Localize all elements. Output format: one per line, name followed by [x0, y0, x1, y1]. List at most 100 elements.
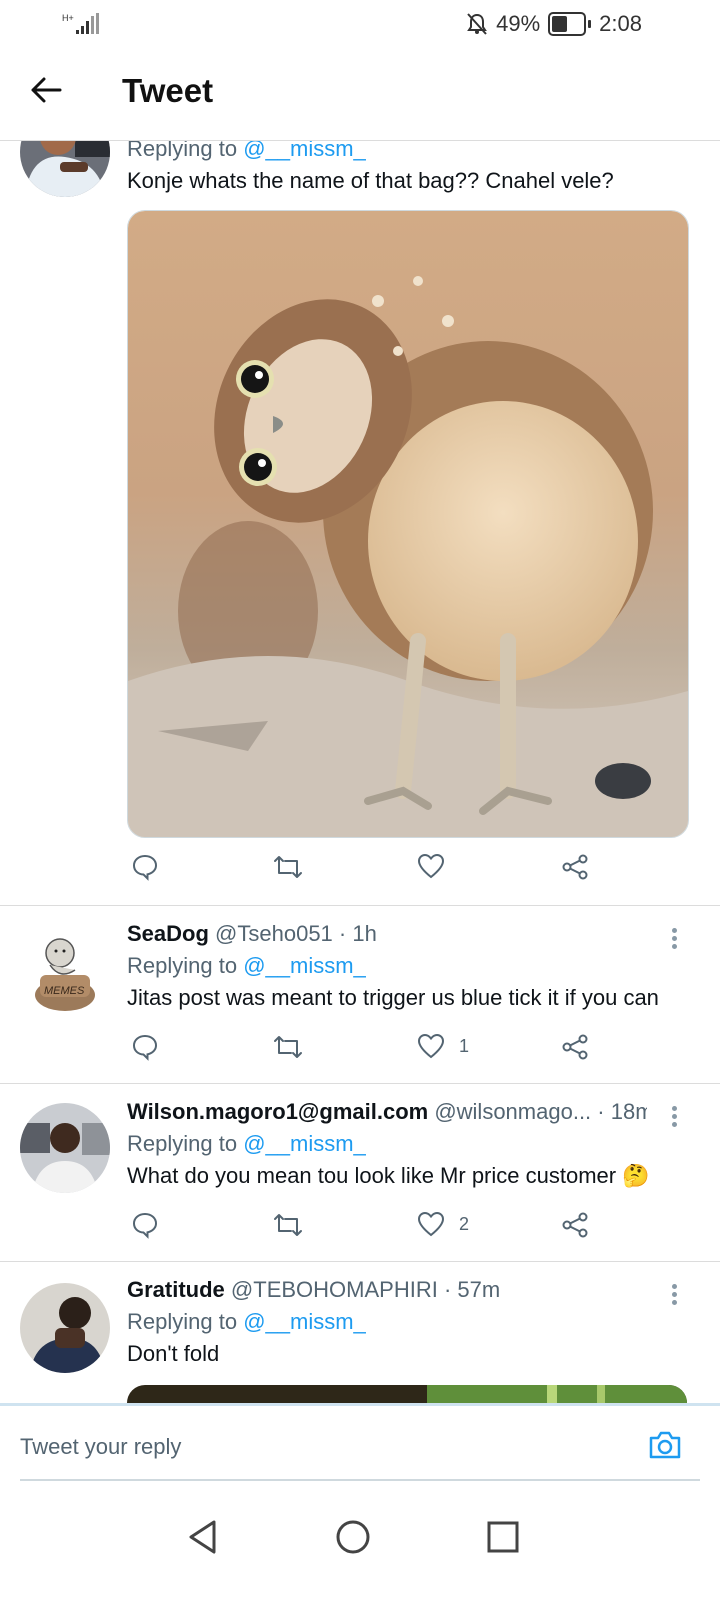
mention-link[interactable]: @__missm_ — [243, 953, 366, 978]
system-nav-bar — [0, 1490, 720, 1600]
page-title: Tweet — [122, 72, 214, 109]
replying-label: Replying to — [127, 1131, 238, 1156]
replying-label: Replying to — [127, 953, 238, 978]
share-icon — [562, 854, 588, 880]
camera-button[interactable] — [648, 1430, 682, 1465]
reply-composer[interactable]: Tweet your reply — [0, 1403, 720, 1484]
circle-home-icon — [336, 1520, 370, 1554]
timestamp: 57m — [457, 1277, 501, 1302]
reply-button[interactable] — [131, 1033, 159, 1061]
retweet-icon — [274, 856, 302, 878]
avatar[interactable] — [20, 141, 110, 197]
nav-back-button[interactable] — [178, 1512, 228, 1562]
replying-label: Replying to — [127, 1309, 238, 1334]
battery-icon — [548, 12, 592, 36]
mention-link[interactable]: @__missm_ — [243, 1309, 366, 1334]
square-recents-icon — [487, 1521, 519, 1553]
clock: 2:08 — [599, 11, 642, 36]
more-options-button[interactable] — [670, 1281, 678, 1308]
reply-button[interactable] — [131, 1211, 159, 1239]
camera-icon — [649, 1431, 681, 1459]
back-arrow-icon — [31, 77, 62, 103]
display-name[interactable]: Wilson.magoro1@gmail.com — [127, 1099, 428, 1124]
tweet-item[interactable]: Wilson.magoro1@gmail.com @wilsonmago... … — [0, 1083, 720, 1262]
replying-to: Replying to @__missm_ — [127, 1131, 690, 1157]
like-button[interactable] — [417, 853, 445, 879]
tweet-actions: 2 — [127, 1211, 607, 1251]
comment-icon — [132, 854, 158, 881]
top-bar: Tweet — [0, 52, 720, 141]
mention-link[interactable]: @__missm_ — [243, 1131, 366, 1156]
mention-link[interactable]: @__missm_ — [243, 141, 366, 161]
owl-photo — [128, 211, 688, 837]
signal-indicator: H+ — [62, 12, 102, 41]
tweet-image[interactable] — [127, 210, 689, 838]
mute-icon — [467, 13, 487, 35]
like-button[interactable]: 2 — [417, 1211, 469, 1237]
heart-icon — [417, 1033, 445, 1059]
share-icon — [562, 1212, 588, 1238]
reply-feed[interactable]: Replying to @__missm_ Konje whats the na… — [0, 141, 720, 1403]
status-bar: H+ 49% 2:08 — [0, 0, 720, 48]
tweet-item[interactable]: Replying to @__missm_ Konje whats the na… — [0, 141, 720, 906]
user-handle[interactable]: @Tseho051 — [215, 921, 333, 946]
avatar[interactable]: MEMES — [20, 925, 110, 1015]
tweet-actions: 1 — [127, 1033, 607, 1073]
share-button[interactable] — [561, 1033, 589, 1061]
tweet-header: Gratitude @TEBOHOMAPHIRI · 57m — [127, 1277, 690, 1303]
replying-to: Replying to @__missm_ — [127, 953, 690, 979]
share-button[interactable] — [561, 1211, 589, 1239]
heart-icon — [417, 1211, 445, 1237]
battery-percent: 49% — [496, 11, 541, 36]
share-icon — [562, 1034, 588, 1060]
timestamp: 18m — [610, 1099, 647, 1124]
avatar[interactable] — [20, 1283, 110, 1373]
comment-icon — [132, 1034, 158, 1061]
tweet-actions — [127, 853, 607, 893]
display-name[interactable]: SeaDog — [127, 921, 209, 946]
like-button[interactable]: 1 — [417, 1033, 469, 1059]
nav-recents-button[interactable] — [478, 1512, 528, 1562]
retweet-icon — [274, 1214, 302, 1236]
like-count: 2 — [459, 1213, 470, 1234]
display-name[interactable]: Gratitude — [127, 1277, 225, 1302]
retweet-icon — [274, 1036, 302, 1058]
separator: · — [443, 1277, 452, 1302]
tweet-text: What do you mean tou look like Mr price … — [127, 1163, 650, 1188]
timestamp: 1h — [352, 921, 377, 946]
retweet-button[interactable] — [273, 853, 303, 881]
composer-underline — [20, 1479, 700, 1481]
retweet-button[interactable] — [273, 1211, 303, 1239]
tweet-header: Wilson.magoro1@gmail.com @wilsonmago... … — [127, 1099, 647, 1125]
heart-icon — [417, 853, 445, 879]
tweet-text: Jitas post was meant to trigger us blue … — [127, 985, 659, 1010]
replying-to: Replying to @__missm_ — [127, 1309, 690, 1335]
network-type: H+ — [62, 13, 74, 23]
user-handle[interactable]: @TEBOHOMAPHIRI — [231, 1277, 438, 1302]
reply-input[interactable]: Tweet your reply — [20, 1434, 181, 1460]
user-handle[interactable]: @wilsonmago... — [434, 1099, 591, 1124]
retweet-button[interactable] — [273, 1033, 303, 1061]
separator: · — [338, 921, 347, 946]
tweet-text: Konje whats the name of that bag?? Cnahe… — [127, 168, 614, 193]
avatar[interactable] — [20, 1103, 110, 1193]
avatar-text: MEMES — [44, 985, 85, 997]
tweet-image[interactable] — [127, 1385, 687, 1403]
tweet-text: Don't fold — [127, 1341, 220, 1366]
tweet-header: SeaDog @Tseho051 · 1h — [127, 921, 690, 947]
more-options-button[interactable] — [670, 925, 678, 952]
tweet-item[interactable]: Gratitude @TEBOHOMAPHIRI · 57m Replying … — [0, 1261, 720, 1403]
replying-to: Replying to @__missm_ — [127, 141, 690, 162]
like-count: 1 — [459, 1035, 470, 1056]
comment-icon — [132, 1212, 158, 1239]
back-button[interactable] — [26, 70, 66, 110]
nav-home-button[interactable] — [328, 1512, 378, 1562]
triangle-back-icon — [189, 1520, 216, 1554]
more-options-button[interactable] — [670, 1103, 678, 1130]
separator: · — [597, 1099, 605, 1124]
signal-icon: H+ — [62, 13, 99, 34]
replying-label: Replying to — [127, 141, 238, 161]
reply-button[interactable] — [131, 853, 159, 881]
tweet-item[interactable]: MEMES SeaDog @Tseho051 · 1h Replying to … — [0, 905, 720, 1084]
share-button[interactable] — [561, 853, 589, 881]
